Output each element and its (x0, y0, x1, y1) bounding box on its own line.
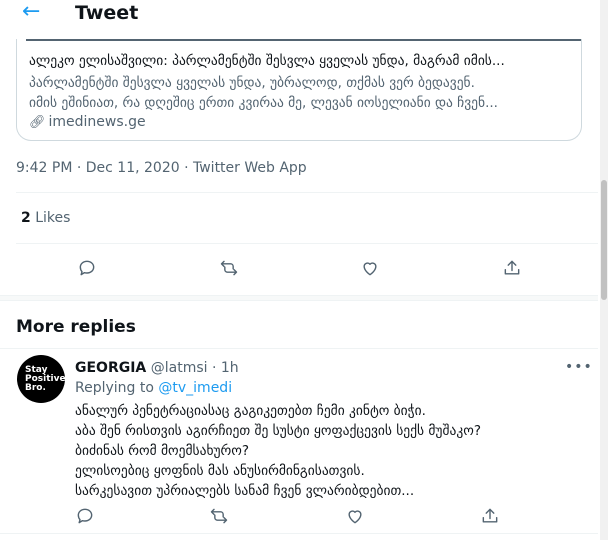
reply-text: ანალურ პენეტრაციასაც გაგიკეთებთ ჩემი კინ… (75, 401, 585, 501)
card-description: პარლამენტში შესვლა ყველას უნდა, უბრალოდ,… (29, 73, 569, 113)
divider (0, 533, 598, 534)
share-icon (504, 260, 520, 275)
page-scrollbar[interactable] (600, 0, 608, 540)
avatar[interactable]: Stay Positive Bro. (17, 355, 66, 403)
like-icon (348, 510, 362, 524)
likes-label: Likes (35, 210, 71, 226)
likes-count: 2 (21, 210, 31, 226)
page-title: Tweet (75, 2, 139, 24)
reply-author-handle[interactable]: @latmsi (151, 360, 208, 376)
avatar-text-line: Bro. (25, 382, 46, 393)
top-header: ← Tweet (0, 0, 598, 28)
retweet-icon (220, 260, 238, 276)
reply-text-line: ბიძინას რომ მოემსახურო? (75, 443, 250, 459)
reply-button[interactable] (72, 503, 98, 529)
share-button[interactable] (477, 503, 503, 529)
reply-text-line: ელისოებიც ყოფნის მას ანუსირმინგისათვის. (75, 463, 365, 479)
reply-action-bar (0, 503, 598, 527)
replying-mention[interactable]: @tv_imedi (158, 380, 232, 396)
reply-text-line: ანალურ პენეტრაციასაც გაგიკეთებთ ჩემი კინ… (75, 403, 426, 419)
reply-text-line: აბა შენ რისთვის აგირჩიეთ შე სუსტი ყოფაქც… (75, 423, 481, 439)
link-icon: 🔗︎ (29, 115, 46, 130)
more-replies-heading: More replies (16, 317, 136, 337)
tweet-timestamp[interactable]: 9:42 PM · Dec 11, 2020 · Twitter Web App (16, 159, 307, 177)
retweet-button[interactable] (206, 503, 232, 529)
share-button[interactable] (499, 255, 525, 281)
tweet-action-bar (0, 255, 598, 281)
reply-author-name[interactable]: GEORGIA (75, 360, 146, 376)
likes-stat[interactable]: 2 Likes (21, 209, 70, 227)
card-description-line: იმის ეშინიათ, რა დღეშიც ერთი კვირაა მე, … (29, 95, 498, 111)
like-icon (363, 262, 377, 276)
reply-time[interactable]: · 1h (212, 360, 239, 376)
arrow-left-icon[interactable]: ← (22, 0, 40, 24)
replying-to: Replying to @tv_imedi (75, 379, 232, 397)
reply-text-line: სარკესავით უპრიალებს სანამ ჩვენ ვლარიბდე… (75, 483, 415, 499)
like-button[interactable] (357, 255, 383, 281)
divider (16, 243, 598, 244)
reply-icon (79, 260, 95, 276)
more-icon[interactable]: ••• (565, 360, 593, 374)
card-title: ალეკო ელისაშვილი: პარლამენტში შესვლა ყვე… (29, 53, 505, 69)
replying-prefix: Replying to (75, 380, 154, 396)
retweet-icon (210, 508, 228, 524)
like-button[interactable] (342, 503, 368, 529)
card-description-line: პარლამენტში შესვლა ყველას უნდა, უბრალოდ,… (29, 75, 475, 91)
divider (0, 348, 598, 349)
card-domain-text: imedinews.ge (48, 114, 146, 130)
section-divider (0, 295, 598, 301)
card-domain: 🔗︎ imedinews.ge (29, 113, 146, 132)
reply-header: GEORGIA @latmsi · 1h (75, 359, 239, 377)
link-preview-card[interactable]: ალეკო ელისაშვილი: პარლამენტში შესვლა ყვე… (16, 39, 582, 141)
retweet-button[interactable] (216, 255, 242, 281)
reply-icon (77, 508, 93, 524)
scrollbar-thumb[interactable] (601, 180, 607, 300)
reply-button[interactable] (74, 255, 100, 281)
share-icon (482, 508, 498, 523)
divider (16, 192, 598, 193)
